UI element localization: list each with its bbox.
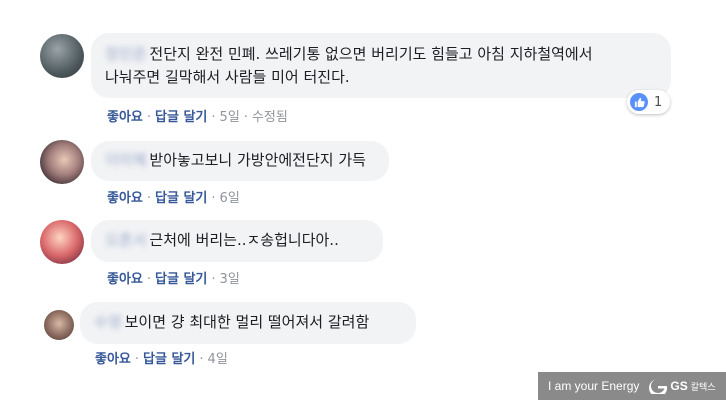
comment-bubble: 오혼서 근처에 버리는..ㅈ송헙니다아..	[91, 220, 383, 262]
comment-text: 근처에 버리는..ㅈ송헙니다아..	[149, 231, 339, 249]
comment-text: 보이면 걍 최대한 멀리 떨어져서 갈려함	[124, 313, 370, 331]
timestamp[interactable]: 6일	[220, 191, 240, 206]
comment-author[interactable]: 수영	[94, 311, 122, 334]
like-link[interactable]: 좋아요	[107, 272, 143, 287]
gs-logo-icon	[649, 378, 668, 394]
comment-bubble: 수영 보이면 걍 최대한 멀리 떨어져서 갈려함	[80, 302, 416, 344]
reply-link[interactable]: 답글 달기	[143, 352, 195, 367]
comment-actions: 좋아요 · 답글 달기 · 5일 · 수정됨	[107, 106, 288, 125]
brand-tagline: I am your Energy	[548, 379, 640, 393]
comment-bubble: 정민준 전단지 완전 민폐. 쓰레기통 없으면 버리기도 힘들고 아침 지하철역에…	[91, 33, 671, 98]
separator: ·	[211, 110, 216, 125]
like-link[interactable]: 좋아요	[107, 110, 143, 125]
avatar[interactable]	[40, 220, 84, 264]
separator: ·	[199, 352, 204, 367]
separator: ·	[146, 272, 152, 287]
separator: ·	[211, 191, 216, 206]
like-link[interactable]: 좋아요	[107, 191, 143, 206]
comment-author[interactable]: 정민준	[105, 43, 146, 66]
brand-watermark: I am your Energy GS 칼텍스	[538, 372, 726, 400]
comment-text: 나눠주면 길막해서 사람들 미어 터진다.	[105, 68, 350, 86]
edited-label[interactable]: 수정됨	[252, 110, 288, 125]
comment-text: 받아놓고보니 가방안에전단지 가득	[149, 151, 366, 169]
separator: ·	[211, 272, 216, 287]
thumbs-up-icon	[630, 93, 648, 111]
avatar[interactable]	[40, 140, 84, 184]
separator: ·	[243, 110, 248, 125]
comment-author[interactable]: 이미혜	[105, 149, 146, 172]
brand-name: GS	[670, 379, 688, 393]
reaction-count: 1	[654, 94, 663, 110]
reaction-badge[interactable]: 1	[627, 90, 671, 114]
separator: ·	[146, 110, 152, 125]
avatar[interactable]	[44, 310, 74, 340]
like-link[interactable]: 좋아요	[95, 352, 131, 367]
comment-actions: 좋아요 · 답글 달기 · 3일	[107, 268, 240, 287]
brand-sub: 칼텍스	[690, 381, 716, 392]
reply-link[interactable]: 답글 달기	[155, 272, 207, 287]
brand-logo: GS 칼텍스	[649, 378, 716, 394]
avatar[interactable]	[40, 34, 84, 78]
comment-bubble: 이미혜 받아놓고보니 가방안에전단지 가득	[91, 141, 389, 181]
comment-text: 전단지 완전 민폐. 쓰레기통 없으면 버리기도 힘들고 아침 지하철역에서	[149, 45, 593, 63]
timestamp[interactable]: 4일	[208, 352, 228, 367]
separator: ·	[134, 352, 140, 367]
timestamp[interactable]: 3일	[220, 272, 240, 287]
comment-actions: 좋아요 · 답글 달기 · 4일	[95, 348, 228, 367]
reply-link[interactable]: 답글 달기	[155, 110, 207, 125]
timestamp[interactable]: 5일	[220, 110, 240, 125]
comment-actions: 좋아요 · 답글 달기 · 6일	[107, 187, 240, 206]
separator: ·	[146, 191, 152, 206]
comment-author[interactable]: 오혼서	[105, 229, 146, 252]
reply-link[interactable]: 답글 달기	[155, 191, 207, 206]
